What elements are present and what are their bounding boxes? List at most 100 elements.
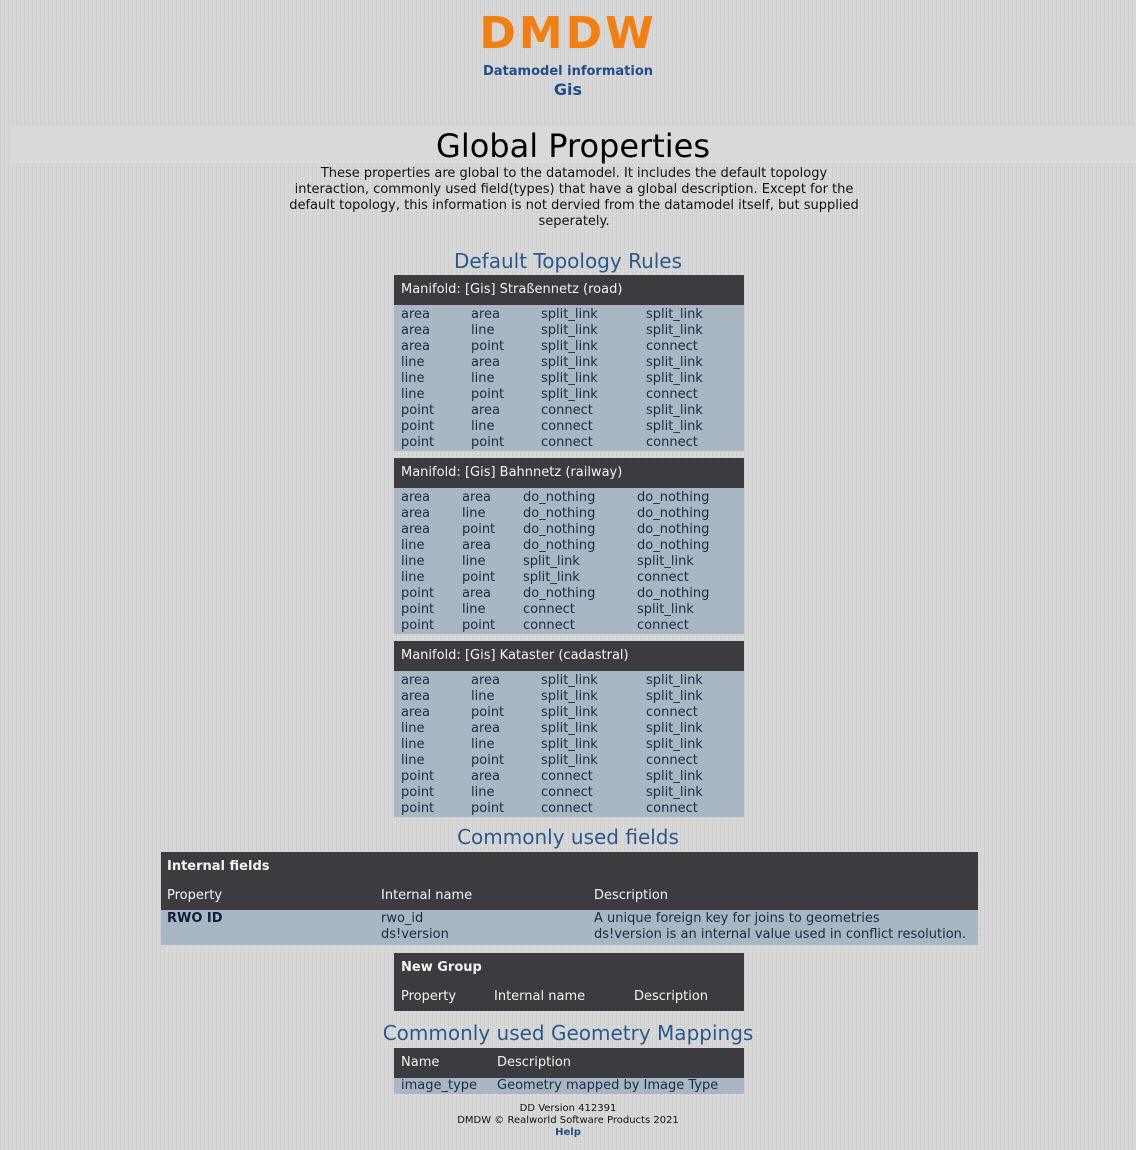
reverse-action: split_link	[646, 403, 703, 418]
intro-text: These properties are global to the datam…	[289, 166, 859, 229]
forward-action: split_link	[541, 387, 598, 402]
forward-action: do_nothing	[523, 506, 596, 521]
reverse-action: split_link	[646, 673, 703, 688]
table-row: area area do_nothing do_nothing	[394, 488, 744, 506]
table-row: point line connect split_link	[394, 785, 744, 801]
column-name: Name	[401, 1055, 440, 1070]
version-text: DD Version 412391	[519, 1103, 617, 1114]
forward-action: connect	[541, 785, 593, 800]
source-geometry: area	[401, 323, 430, 338]
forward-action: split_link	[541, 371, 598, 386]
page-title: Global Properties	[436, 127, 710, 165]
reverse-action: connect	[646, 801, 698, 816]
table-row: line line split_link split_link	[394, 371, 744, 387]
reverse-action: split_link	[646, 689, 703, 704]
table-row: area line split_link split_link	[394, 323, 744, 339]
forward-action: connect	[541, 801, 593, 816]
table-row: point area connect split_link	[394, 769, 744, 785]
geometry-heading: Commonly used Geometry Mappings	[382, 1021, 754, 1045]
internal-name: rwo_id	[381, 911, 424, 926]
source-geometry: point	[401, 785, 435, 800]
table-row: RWO ID rwo_id A unique foreign key for j…	[161, 911, 978, 927]
source-geometry: line	[401, 721, 425, 736]
table-row: area line do_nothing do_nothing	[394, 506, 744, 522]
internal-fields-header: Internal fields Property Internal name D…	[161, 852, 978, 910]
table-row: point line connect split_link	[394, 419, 744, 435]
table-row: point area do_nothing do_nothing	[394, 586, 744, 602]
target-geometry: point	[471, 387, 505, 402]
table-row: line area split_link split_link	[394, 355, 744, 371]
table-row: point area connect split_link	[394, 403, 744, 419]
target-geometry: line	[471, 371, 495, 386]
column-description: Description	[497, 1055, 572, 1070]
help-link[interactable]: Help	[0, 1127, 1136, 1139]
reverse-action: split_link	[646, 721, 703, 736]
internal-fields-table: Internal fields Property Internal name D…	[161, 852, 978, 945]
reverse-action: split_link	[637, 554, 694, 569]
forward-action: split_link	[541, 323, 598, 338]
source-geometry: point	[401, 769, 435, 784]
forward-action: connect	[541, 769, 593, 784]
geometry-mappings-table: Name Description image_type Geometry map…	[394, 1048, 744, 1094]
new-group-table: New Group Property Internal name Descrip…	[394, 953, 744, 1011]
title-band: Global Properties	[10, 126, 1136, 165]
source-geometry: line	[401, 554, 425, 569]
reverse-action: split_link	[646, 785, 703, 800]
table-row: point point connect connect	[394, 801, 744, 817]
target-geometry: area	[462, 490, 491, 505]
reverse-action: split_link	[646, 769, 703, 784]
fields-heading: Commonly used fields	[457, 825, 679, 849]
forward-action: split_link	[541, 673, 598, 688]
reverse-action: connect	[637, 570, 689, 585]
forward-action: connect	[523, 602, 575, 617]
target-geometry: line	[471, 419, 495, 434]
target-geometry: area	[462, 586, 491, 601]
forward-action: split_link	[541, 689, 598, 704]
column-internal-name: Internal name	[381, 888, 473, 903]
target-geometry: point	[471, 705, 505, 720]
forward-action: do_nothing	[523, 522, 596, 537]
target-geometry: point	[471, 435, 505, 450]
source-geometry: area	[401, 490, 430, 505]
table-row: line point split_link connect	[394, 570, 744, 586]
table-row: line area do_nothing do_nothing	[394, 538, 744, 554]
source-geometry: point	[401, 435, 435, 450]
target-geometry: point	[462, 618, 496, 633]
reverse-action: connect	[637, 618, 689, 633]
source-geometry: area	[401, 689, 430, 704]
datamodel-name: Gis	[553, 80, 583, 99]
source-geometry: line	[401, 387, 425, 402]
reverse-action: do_nothing	[637, 586, 710, 601]
forward-action: do_nothing	[523, 490, 596, 505]
source-geometry: area	[401, 506, 430, 521]
forward-action: split_link	[541, 753, 598, 768]
forward-action: connect	[541, 403, 593, 418]
reverse-action: connect	[646, 705, 698, 720]
forward-action: split_link	[523, 554, 580, 569]
target-geometry: area	[471, 307, 500, 322]
reverse-action: split_link	[646, 737, 703, 752]
forward-action: connect	[523, 618, 575, 633]
copyright-text: DMDW © Realworld Software Products 2021	[457, 1115, 679, 1126]
reverse-action: split_link	[646, 419, 703, 434]
target-geometry: area	[471, 355, 500, 370]
source-geometry: area	[401, 705, 430, 720]
table-row: point point connect connect	[394, 435, 744, 451]
geometry-mappings-header: Name Description	[394, 1048, 744, 1078]
forward-action: split_link	[541, 737, 598, 752]
column-internal-name: Internal name	[494, 989, 586, 1004]
source-geometry: area	[401, 339, 430, 354]
target-geometry: area	[471, 721, 500, 736]
mapping-name: image_type	[401, 1078, 478, 1093]
table-row: area area split_link split_link	[394, 305, 744, 323]
internal-name: ds!version	[381, 927, 449, 942]
source-geometry: point	[401, 586, 435, 601]
reverse-action: split_link	[637, 602, 694, 617]
column-property: Property	[401, 989, 457, 1004]
manifold-rules: area area do_nothing do_nothing area line do_n…	[394, 488, 744, 634]
table-row: line line split_link split_link	[394, 554, 744, 570]
target-geometry: line	[471, 689, 495, 704]
source-geometry: line	[401, 737, 425, 752]
target-geometry: line	[462, 506, 486, 521]
forward-action: split_link	[541, 721, 598, 736]
